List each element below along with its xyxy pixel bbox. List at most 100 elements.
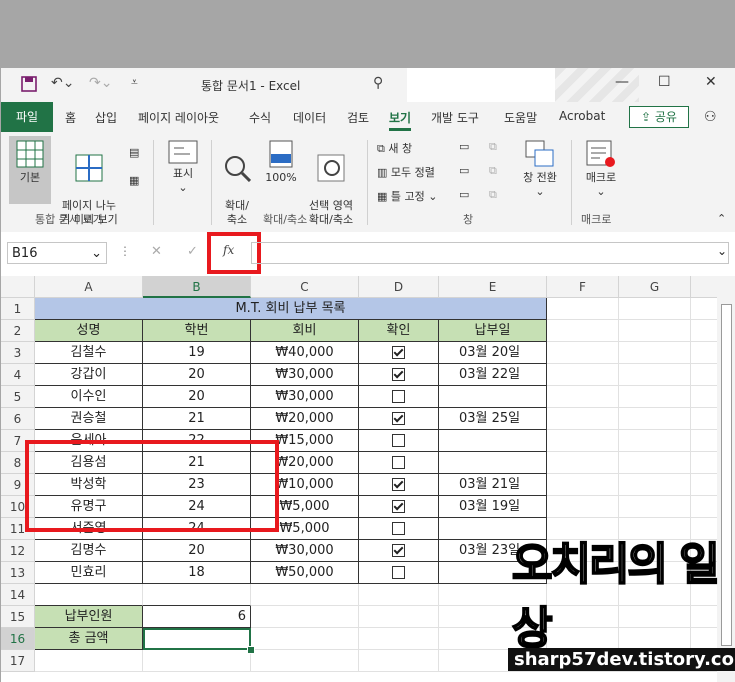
cancel-icon[interactable]: ✕ [151,244,162,259]
new-window-button[interactable]: ⧉ 새 창 [377,140,412,156]
cell-fee[interactable]: ₩30,000 [251,364,359,386]
reset-position-icon[interactable]: ⧉ [489,188,497,202]
zoom-to-selection-button[interactable]: 선택 영역 확대/축소 [303,140,359,227]
cell[interactable] [619,386,691,408]
save-icon[interactable] [21,76,37,92]
cell[interactable] [359,606,439,628]
table-header[interactable]: 납부일 [439,320,547,342]
row-header-4[interactable]: 4 [1,364,35,386]
cell[interactable] [35,584,143,606]
checkbox[interactable] [392,544,405,557]
cell-confirm[interactable] [359,364,439,386]
cell[interactable] [251,606,359,628]
tab-home[interactable]: 홈 [65,109,76,126]
cell-student-id[interactable]: 20 [143,540,251,562]
cell-confirm[interactable] [359,496,439,518]
checkbox[interactable] [392,478,405,491]
restore-button[interactable]: ☐ [658,74,671,90]
cell-student-id[interactable]: 21 [143,408,251,430]
cell-date[interactable] [439,452,547,474]
cell[interactable] [143,584,251,606]
column-header-c[interactable]: C [251,276,359,298]
column-header-f[interactable]: F [547,276,619,298]
checkbox[interactable] [392,390,405,403]
chevron-down-icon[interactable]: ⌄ [91,243,102,265]
unhide-icon[interactable]: ▭ [459,188,469,201]
show-button[interactable]: 표시 ⌄ [161,140,205,195]
macros-button[interactable]: 매크로 ⌄ [579,140,623,199]
cell[interactable] [547,452,619,474]
cell[interactable] [359,628,439,650]
cell[interactable] [619,320,691,342]
page-layout-icon[interactable]: ▤ [129,146,139,159]
cell[interactable] [619,364,691,386]
name-box[interactable]: B16 ⌄ [7,242,107,264]
cell[interactable] [35,650,143,672]
cell-date[interactable]: 03월 20일 [439,342,547,364]
row-header-5[interactable]: 5 [1,386,35,408]
summary-label[interactable]: 총 금액 [35,628,143,650]
normal-view-button[interactable]: 기본 [9,136,51,204]
zoom-100-button[interactable]: 100% [261,140,301,185]
checkbox[interactable] [392,346,405,359]
tab-view[interactable]: 보기 [389,109,412,131]
cell[interactable] [547,430,619,452]
cell-confirm[interactable] [359,518,439,540]
cell[interactable] [251,628,359,650]
cell[interactable] [359,650,439,672]
cell[interactable] [619,342,691,364]
tab-file[interactable]: 파일 [1,102,53,132]
column-header-g[interactable]: G [619,276,691,298]
cell-student-id[interactable]: 18 [143,562,251,584]
checkbox[interactable] [392,434,405,447]
checkbox[interactable] [392,412,405,425]
switch-windows-button[interactable]: 창 전환 ⌄ [517,140,563,199]
cell-confirm[interactable] [359,430,439,452]
cell-fee[interactable]: ₩30,000 [251,386,359,408]
cell-name[interactable]: 김명수 [35,540,143,562]
row-header-12[interactable]: 12 [1,540,35,562]
cell-student-id[interactable]: 20 [143,386,251,408]
table-header[interactable]: 확인 [359,320,439,342]
cell[interactable] [619,474,691,496]
row-header-13[interactable]: 13 [1,562,35,584]
cell-fee[interactable]: ₩30,000 [251,540,359,562]
row-header-1[interactable]: 1 [1,298,35,320]
redo-icon[interactable]: ↷⌄ [89,75,112,91]
cell[interactable] [251,584,359,606]
freeze-panes-button[interactable]: ▦ 틀 고정 ⌄ [377,188,437,204]
cell[interactable] [547,474,619,496]
customize-icon[interactable]: ⩡ [131,75,138,90]
cell-date[interactable] [439,430,547,452]
cell-date[interactable]: 03월 22일 [439,364,547,386]
checkbox[interactable] [392,456,405,469]
formula-input[interactable] [251,242,729,264]
cell-student-id[interactable]: 20 [143,364,251,386]
checkbox[interactable] [392,500,405,513]
tab-insert[interactable]: 삽입 [95,109,117,126]
cell[interactable] [143,650,251,672]
tab-review[interactable]: 검토 [347,109,369,126]
cell-name[interactable]: 이수인 [35,386,143,408]
expand-formula-icon[interactable]: ⌄ [717,244,727,258]
cell[interactable] [547,298,619,320]
row-header-17[interactable]: 17 [1,650,35,672]
cell-confirm[interactable] [359,452,439,474]
cell[interactable] [619,452,691,474]
cell[interactable] [547,386,619,408]
cell-confirm[interactable] [359,540,439,562]
select-all-corner[interactable] [1,276,35,298]
share-button[interactable]: ⇪ 공유 [629,106,689,128]
cell-date[interactable] [439,386,547,408]
cell[interactable] [547,496,619,518]
hide-icon[interactable]: ▭ [459,164,469,177]
cell[interactable] [547,342,619,364]
undo-icon[interactable]: ↶⌄ [51,75,74,91]
table-title[interactable]: M.T. 회비 납부 목록 [35,298,547,320]
cell-name[interactable]: 민효리 [35,562,143,584]
active-cell-b16[interactable] [143,628,251,650]
tab-formulas[interactable]: 수식 [249,109,271,126]
table-header[interactable]: 학번 [143,320,251,342]
cell-name[interactable]: 김철수 [35,342,143,364]
zoom-button[interactable]: 확대/ 축소 [217,140,257,227]
